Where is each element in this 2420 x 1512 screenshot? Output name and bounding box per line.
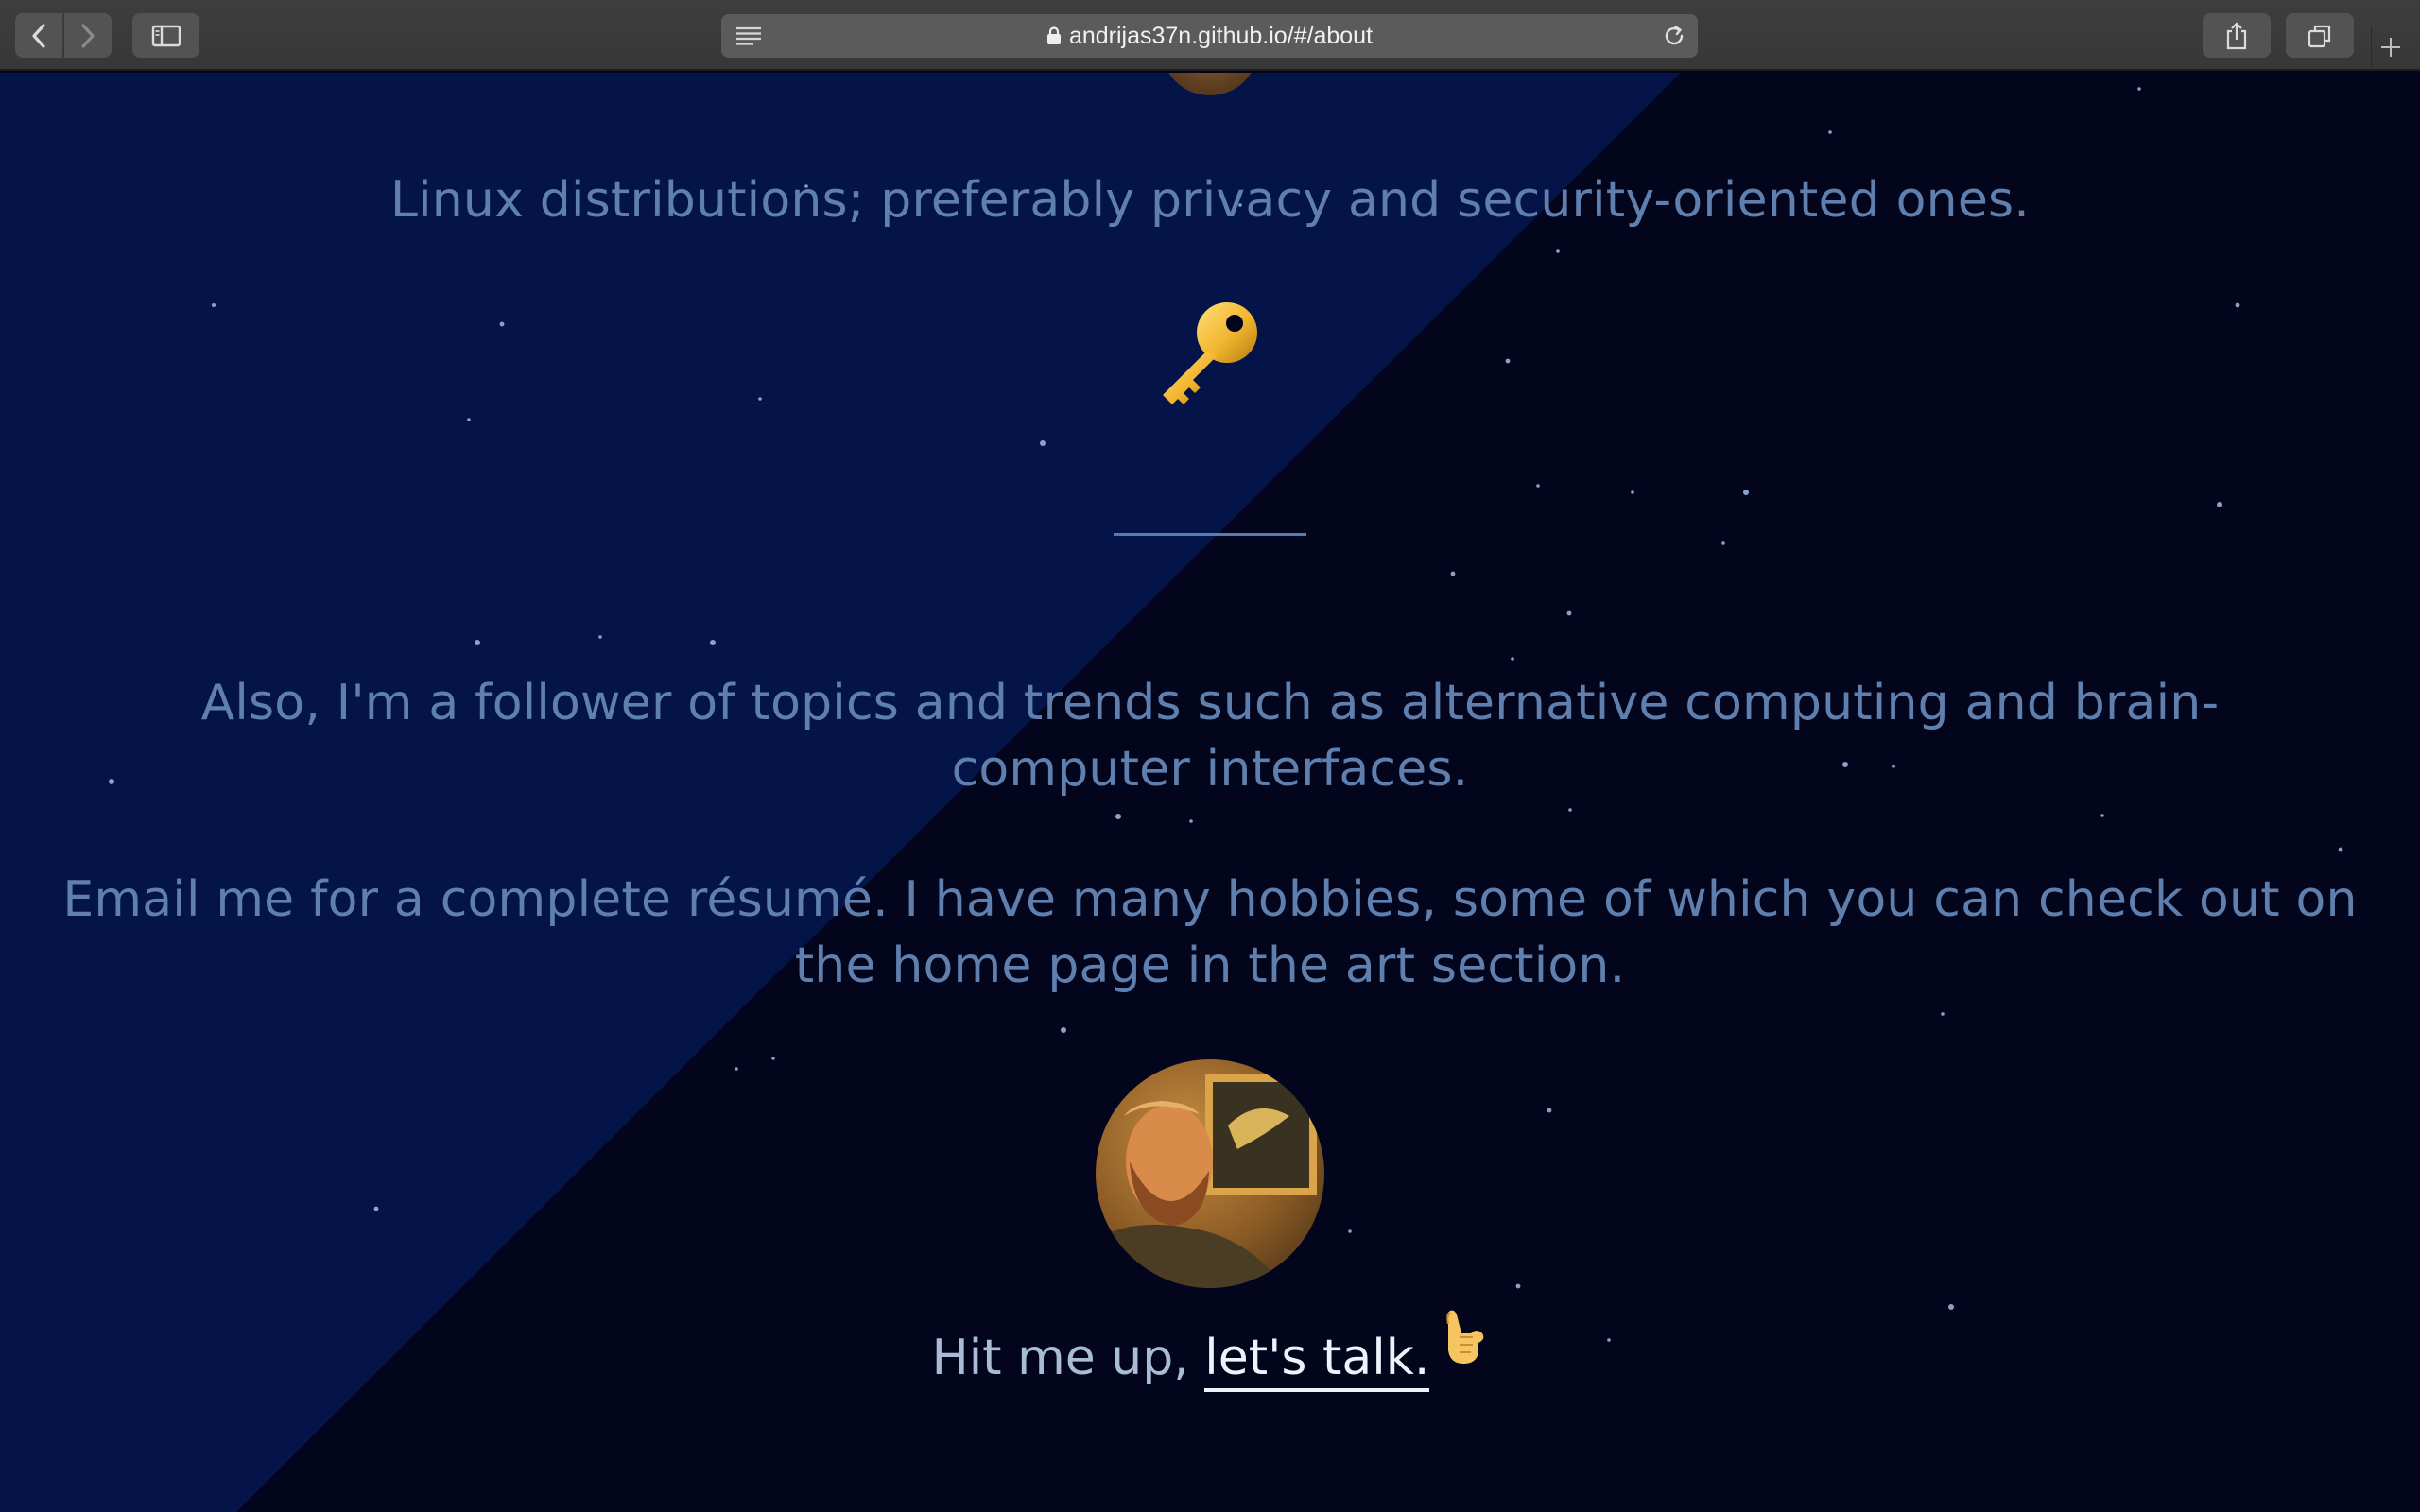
url-text: andrijas37n.github.io/#/about [1068,22,1374,49]
back-button[interactable] [15,13,62,58]
browser-toolbar: andrijas37n.github.io/#/about [0,0,2420,71]
plus-icon [2380,38,2400,57]
reload-icon[interactable] [1662,24,1686,52]
forward-button[interactable] [64,13,112,58]
linux-paragraph: Linux distributions; preferably privacy … [389,172,2031,229]
interests-paragraph: Also, I'm a follower of topics and trend… [200,675,2220,798]
reader-view-icon[interactable] [735,26,763,50]
cta-prefix: Hit me up, [931,1330,1205,1386]
lock-icon [1046,26,1061,44]
share-icon [2226,21,2247,49]
share-button[interactable] [2203,13,2271,58]
lets-talk-link[interactable]: let's talk. [1204,1330,1430,1392]
section-divider [1114,533,1306,536]
new-tab-button[interactable] [2371,26,2409,68]
tabs-icon [2308,25,2331,47]
key-icon [1163,302,1257,404]
tab-overview-button[interactable] [2286,13,2354,58]
chevron-right-icon [81,23,95,48]
about-page: Linux distributions; preferably privacy … [0,73,2420,1512]
sidebar-icon [151,25,181,46]
call-me-hand-icon [1446,1310,1484,1364]
profile-avatar [1096,1059,1324,1288]
resume-paragraph: Email me for a complete résumé. I have m… [62,871,2358,994]
contact-cta: Hit me up, let's talk. [0,1310,2420,1396]
address-bar[interactable]: andrijas37n.github.io/#/about [721,14,1698,58]
chevron-left-icon [32,23,45,48]
sidebar-toggle-button[interactable] [132,13,199,58]
